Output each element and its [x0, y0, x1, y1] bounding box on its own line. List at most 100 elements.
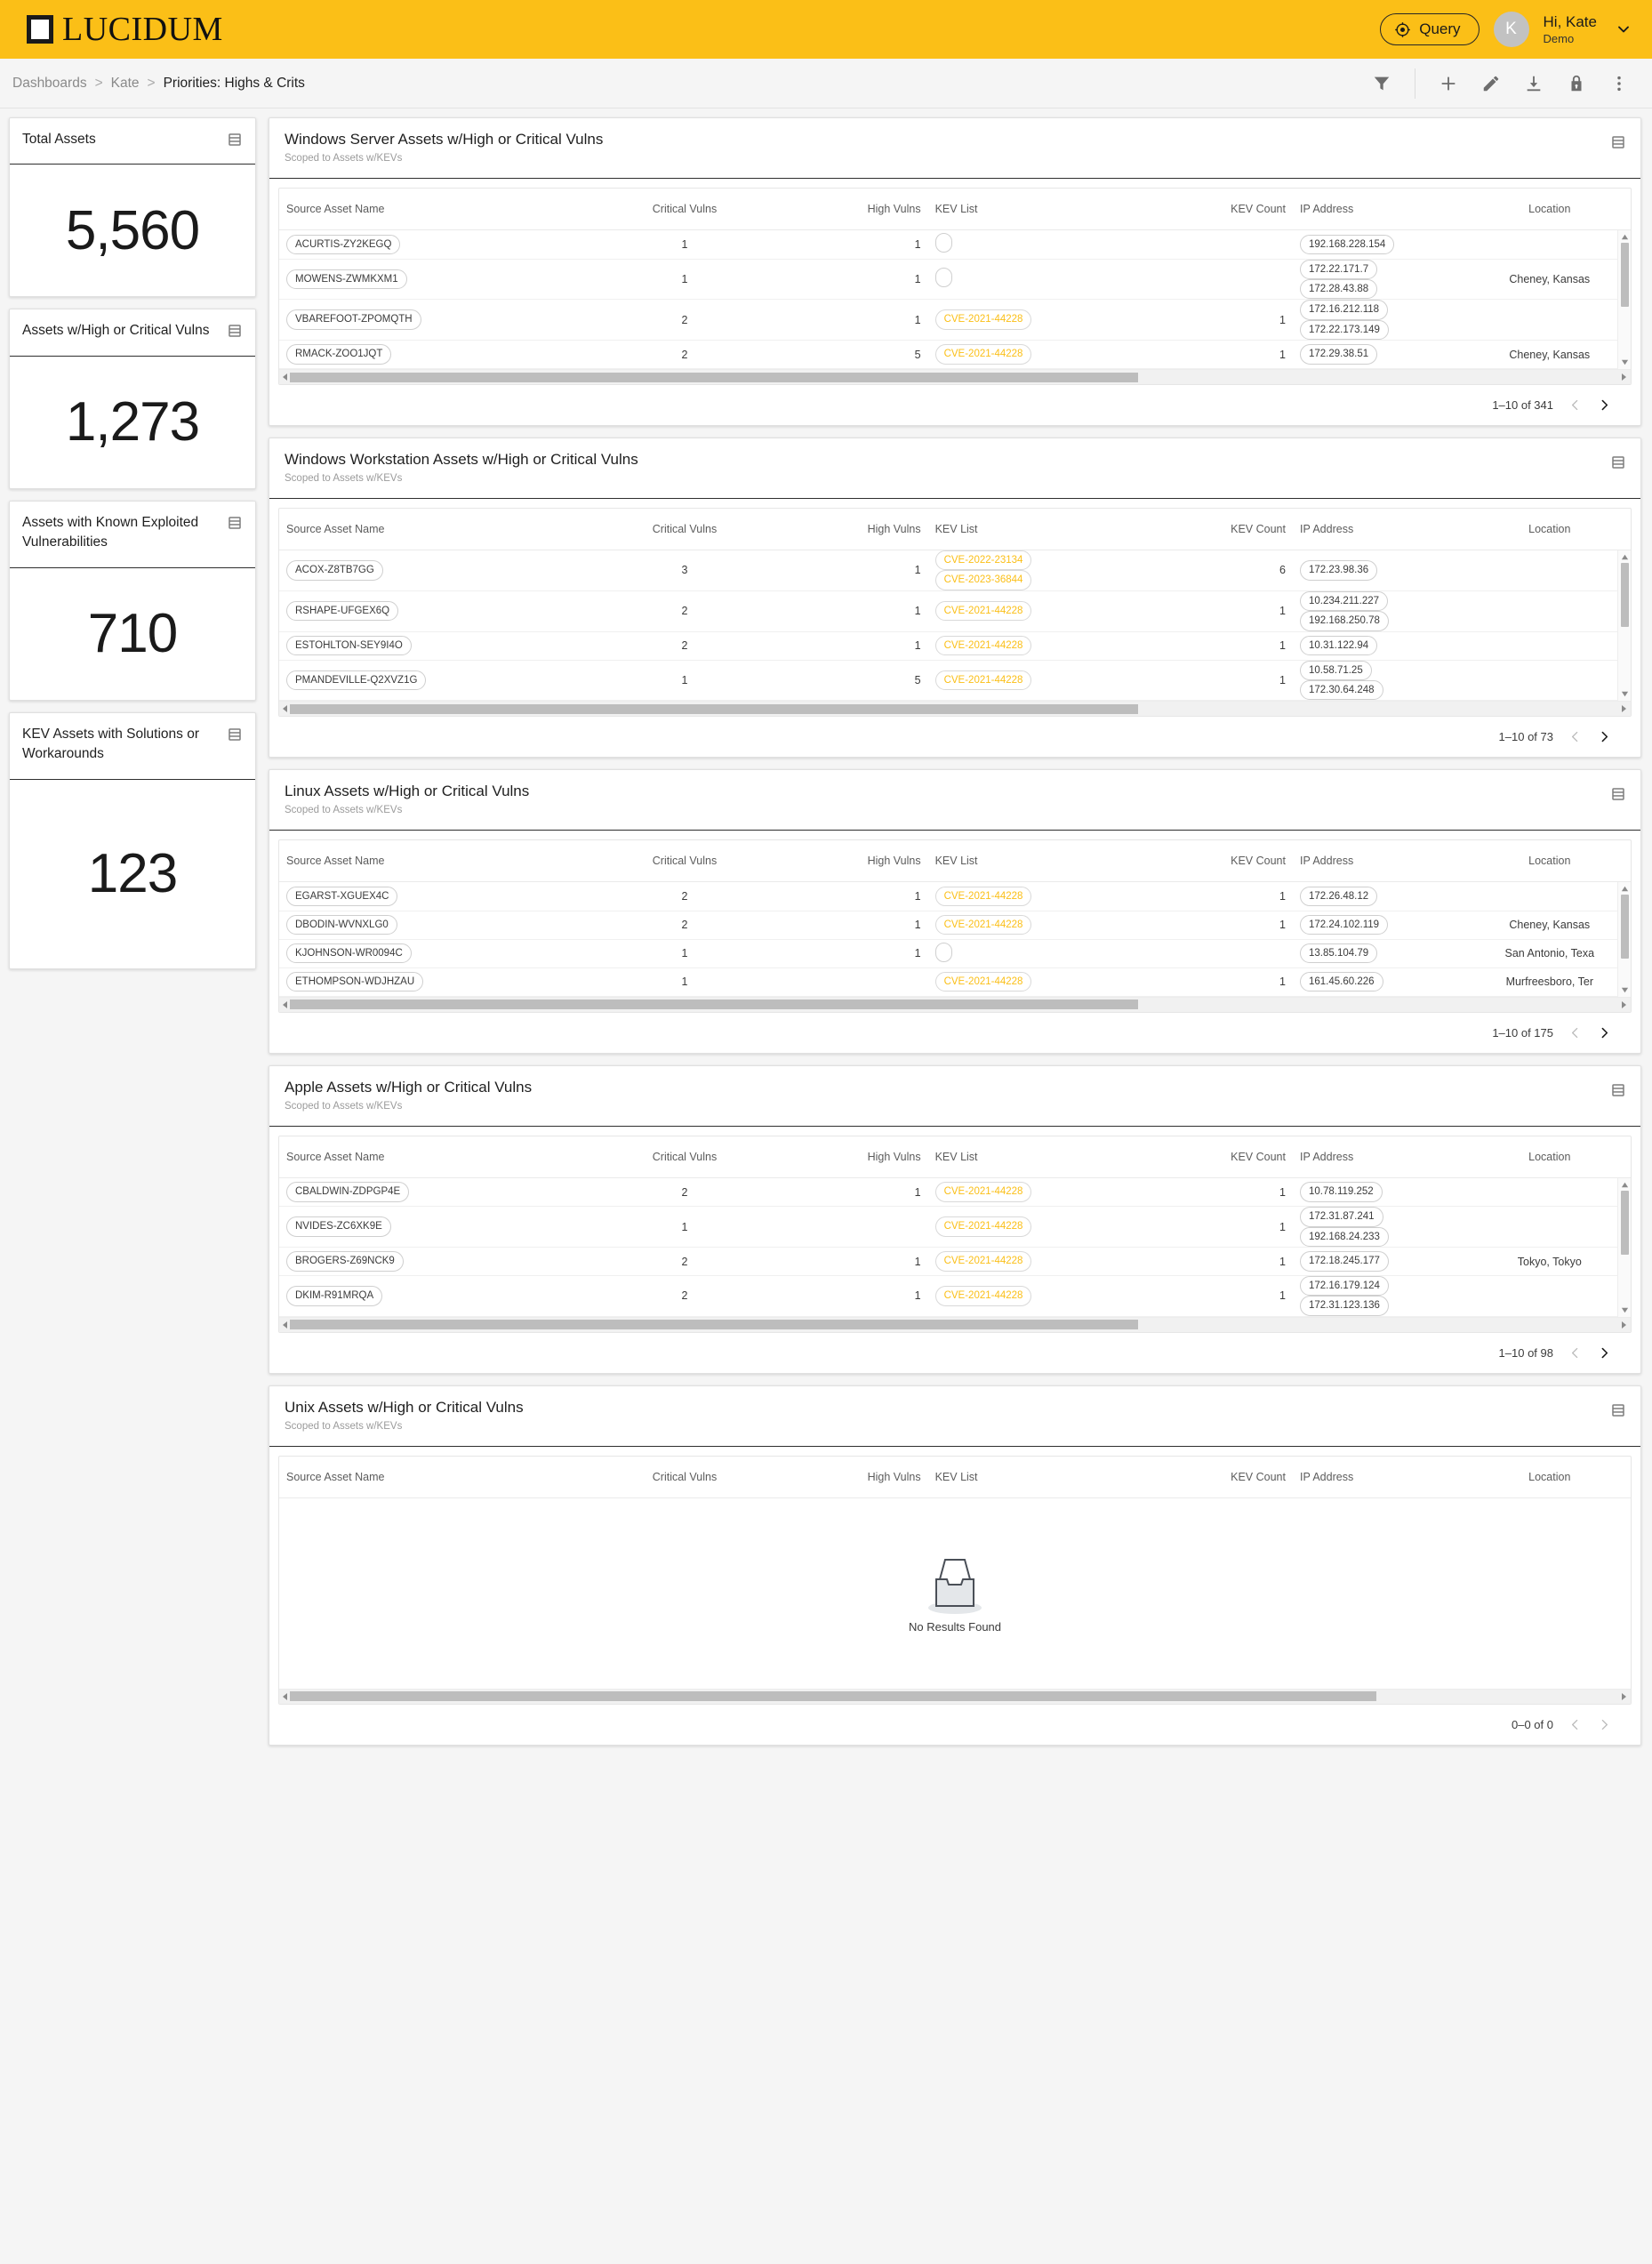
column-header-source-asset-name[interactable]: Source Asset Name — [279, 189, 590, 230]
column-header-kev-list[interactable]: KEV List — [927, 1456, 1158, 1498]
column-header-kev-list[interactable]: KEV List — [927, 509, 1158, 550]
ip-chip[interactable]: 10.58.71.25 — [1299, 660, 1372, 680]
prev-page-button[interactable] — [1568, 397, 1583, 413]
widget-card-2[interactable]: Linux Assets w/High or Critical Vulns Sc… — [269, 769, 1641, 1054]
scroll-down-arrow-icon[interactable] — [1621, 358, 1629, 366]
column-header-location[interactable]: Location — [1468, 509, 1631, 550]
avatar[interactable]: K — [1493, 12, 1529, 47]
column-header-kev-count[interactable]: KEV Count — [1157, 1136, 1293, 1178]
scroll-left-arrow-icon[interactable] — [283, 1000, 287, 1008]
column-header-critical-vulns[interactable]: Critical Vulns — [589, 840, 780, 883]
lock-icon[interactable] — [1567, 74, 1586, 93]
next-page-button[interactable] — [1597, 397, 1612, 413]
column-header-ip-address[interactable]: IP Address — [1292, 189, 1469, 230]
ip-chip[interactable]: 172.24.102.119 — [1299, 915, 1389, 935]
prev-page-button[interactable] — [1568, 1345, 1583, 1361]
scroll-left-arrow-icon[interactable] — [283, 1692, 287, 1700]
column-header-location[interactable]: Location — [1468, 189, 1631, 230]
user-menu[interactable]: Hi, Kate Demo — [1544, 12, 1597, 46]
table-view-icon[interactable] — [227, 727, 243, 743]
asset-name-chip[interactable]: CBALDWIN-ZDPGP4E — [286, 1182, 410, 1202]
column-header-kev-list[interactable]: KEV List — [927, 189, 1158, 230]
table-row[interactable]: ACOX-Z8TB7GG 3 1 CVE-2022-23134 CVE-2023-… — [279, 550, 1631, 591]
column-header-location[interactable]: Location — [1468, 840, 1631, 883]
asset-name-chip[interactable]: DBODIN-WVNXLG0 — [286, 915, 397, 935]
scroll-right-arrow-icon[interactable] — [1622, 1692, 1626, 1700]
ip-chip[interactable]: 172.22.171.7 — [1299, 259, 1378, 279]
ip-chip[interactable]: 192.168.250.78 — [1299, 611, 1389, 631]
scroll-down-arrow-icon[interactable] — [1621, 1306, 1629, 1314]
kev-chip[interactable]: CVE-2021-44228 — [934, 972, 1032, 992]
breadcrumb-item-dashboards[interactable]: Dashboards — [12, 76, 87, 92]
asset-name-chip[interactable]: MOWENS-ZWMKXM1 — [286, 269, 407, 290]
table-row[interactable]: DKIM-R91MRQA 2 1 CVE-2021-44228 1 172.16… — [279, 1275, 1631, 1317]
kev-chip[interactable]: CVE-2021-44228 — [934, 1286, 1032, 1306]
asset-name-chip[interactable]: VBAREFOOT-ZPOMQTH — [286, 309, 421, 330]
table-row[interactable]: ACURTIS-ZY2KEGQ 1 1 192.168.228.154 — [279, 230, 1631, 260]
filter-icon[interactable] — [1372, 74, 1391, 93]
kev-chip[interactable]: CVE-2021-44228 — [934, 600, 1032, 622]
download-icon[interactable] — [1524, 74, 1544, 93]
next-page-button[interactable] — [1597, 1345, 1612, 1361]
scroll-left-arrow-icon[interactable] — [283, 373, 287, 381]
widget-card-0[interactable]: Windows Server Assets w/High or Critical… — [269, 117, 1641, 426]
chevron-down-icon[interactable] — [1615, 20, 1632, 38]
table-row[interactable]: BROGERS-Z69NCK9 2 1 CVE-2021-44228 1 172… — [279, 1247, 1631, 1276]
ip-chip[interactable]: 192.168.228.154 — [1299, 234, 1395, 254]
next-page-button[interactable] — [1597, 1025, 1612, 1040]
asset-name-chip[interactable]: ETHOMPSON-WDJHZAU — [286, 972, 424, 992]
kev-chip[interactable]: CVE-2021-44228 — [934, 915, 1032, 935]
table-view-icon[interactable] — [1610, 1082, 1626, 1098]
asset-name-chip[interactable]: DKIM-R91MRQA — [286, 1286, 383, 1306]
widget-card-4[interactable]: Unix Assets w/High or Critical Vulns Sco… — [269, 1385, 1641, 1746]
widget-card-3[interactable]: Apple Assets w/High or Critical Vulns Sc… — [269, 1064, 1641, 1374]
ip-chip[interactable]: 172.31.87.241 — [1299, 1207, 1383, 1227]
table-row[interactable]: RSHAPE-UFGEX6Q 2 1 CVE-2021-44228 1 10.2… — [279, 590, 1631, 632]
horizontal-scrollbar[interactable] — [279, 1688, 1631, 1704]
column-header-ip-address[interactable]: IP Address — [1292, 840, 1469, 883]
column-header-critical-vulns[interactable]: Critical Vulns — [589, 1456, 780, 1498]
column-header-critical-vulns[interactable]: Critical Vulns — [589, 1136, 780, 1178]
ip-chip[interactable]: 10.234.211.227 — [1299, 590, 1389, 612]
asset-name-chip[interactable]: KJOHNSON-WR0094C — [286, 943, 412, 964]
kev-chip[interactable]: CVE-2022-23134 — [934, 550, 1032, 571]
scroll-up-arrow-icon[interactable] — [1621, 553, 1629, 561]
ip-chip[interactable]: 161.45.60.226 — [1299, 972, 1383, 992]
kpi-card-high-critical[interactable]: Assets w/High or Critical Vulns 1,273 — [9, 309, 256, 489]
query-button[interactable]: Query — [1380, 13, 1480, 45]
kpi-card-known-exploited[interactable]: Assets with Known Exploited Vulnerabilit… — [9, 500, 256, 701]
logo[interactable]: LUCIDUM — [27, 10, 223, 49]
kev-chip[interactable]: CVE-2021-44228 — [934, 344, 1032, 365]
scroll-right-arrow-icon[interactable] — [1622, 1321, 1626, 1329]
table-row[interactable]: PMANDEVILLE-Q2XVZ1G 1 5 CVE-2021-44228 1… — [279, 660, 1631, 702]
scroll-right-arrow-icon[interactable] — [1622, 373, 1626, 381]
asset-name-chip[interactable]: PMANDEVILLE-Q2XVZ1G — [286, 670, 427, 691]
table-view-icon[interactable] — [227, 132, 243, 148]
plus-icon[interactable] — [1439, 74, 1458, 93]
column-header-location[interactable]: Location — [1468, 1136, 1631, 1178]
table-view-icon[interactable] — [1610, 454, 1626, 470]
column-header-high-vulns[interactable]: High Vulns — [779, 840, 928, 883]
table-row[interactable]: VBAREFOOT-ZPOMQTH 2 1 CVE-2021-44228 1 1… — [279, 299, 1631, 341]
prev-page-button[interactable] — [1568, 1025, 1583, 1040]
table-view-icon[interactable] — [227, 323, 243, 339]
kev-chip[interactable]: CVE-2021-44228 — [934, 1216, 1032, 1237]
column-header-high-vulns[interactable]: High Vulns — [779, 1456, 928, 1498]
asset-name-chip[interactable]: BROGERS-Z69NCK9 — [286, 1251, 404, 1272]
column-header-kev-list[interactable]: KEV List — [927, 1136, 1158, 1178]
scroll-up-arrow-icon[interactable] — [1621, 1181, 1629, 1189]
vertical-scrollbar[interactable] — [1617, 230, 1631, 369]
ip-chip[interactable]: 172.16.212.118 — [1299, 300, 1389, 320]
table-row[interactable]: ESTOHLTON-SEY9I4O 2 1 CVE-2021-44228 1 1… — [279, 631, 1631, 661]
prev-page-button[interactable] — [1568, 1717, 1583, 1732]
vertical-scrollbar[interactable] — [1617, 550, 1631, 702]
column-header-critical-vulns[interactable]: Critical Vulns — [589, 509, 780, 550]
horizontal-scrollbar[interactable] — [279, 701, 1631, 717]
ip-chip[interactable]: 10.78.119.252 — [1299, 1182, 1383, 1202]
asset-name-chip[interactable]: ACOX-Z8TB7GG — [286, 560, 383, 581]
scroll-right-arrow-icon[interactable] — [1622, 705, 1626, 713]
kpi-card-kev-solutions[interactable]: KEV Assets with Solutions or Workarounds… — [9, 711, 256, 969]
column-header-critical-vulns[interactable]: Critical Vulns — [589, 189, 780, 230]
asset-name-chip[interactable]: RMACK-ZOO1JQT — [286, 344, 392, 365]
vertical-scrollbar[interactable] — [1617, 882, 1631, 997]
